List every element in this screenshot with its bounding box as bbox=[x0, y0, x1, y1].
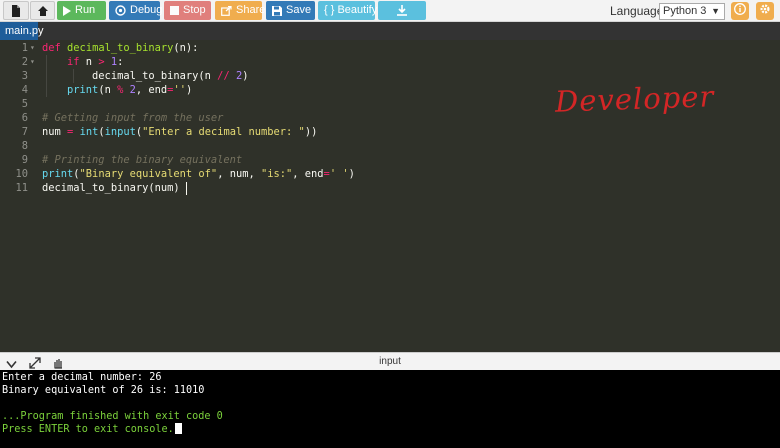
fold-toggle-icon[interactable]: ▾ bbox=[30, 55, 35, 69]
code-line[interactable]: num = int(input("Enter a decimal number:… bbox=[42, 125, 317, 139]
terminal-cursor bbox=[174, 423, 182, 434]
console-prompt-line: Press ENTER to exit console. bbox=[2, 423, 182, 436]
info-icon bbox=[734, 2, 746, 20]
run-button[interactable]: Run bbox=[57, 1, 106, 20]
file-icon bbox=[11, 4, 21, 17]
share-button[interactable]: Share bbox=[215, 1, 266, 20]
line-number: 10 bbox=[15, 168, 28, 180]
language-label: Language bbox=[610, 4, 664, 18]
run-label: Run bbox=[75, 4, 96, 16]
code-line[interactable]: if n > 1: bbox=[42, 55, 123, 69]
console-line: Binary equivalent of 26 is: 11010 bbox=[2, 385, 205, 396]
play-icon bbox=[63, 5, 71, 16]
download-button[interactable] bbox=[378, 1, 426, 20]
info-button[interactable] bbox=[731, 2, 749, 20]
console-output[interactable]: Enter a decimal number: 26 Binary equiva… bbox=[0, 370, 780, 448]
code-line[interactable]: decimal_to_binary(n // 2) bbox=[42, 69, 248, 83]
code-line[interactable]: # Getting input from the user bbox=[42, 111, 223, 125]
code-editor[interactable]: 1 2 3 4 5 6 7 8 9 10 11 ▾ ▾ def decimal_… bbox=[0, 40, 780, 352]
debug-button[interactable]: Debug bbox=[109, 1, 163, 20]
code-line[interactable]: decimal_to_binary(num) bbox=[42, 181, 180, 195]
tools-menu-button[interactable] bbox=[30, 1, 55, 20]
stop-label: Stop bbox=[183, 4, 206, 16]
stop-button[interactable]: Stop bbox=[164, 1, 211, 20]
debug-icon bbox=[115, 5, 126, 16]
file-menu-button[interactable] bbox=[3, 1, 29, 20]
line-number-gutter: 1 2 3 4 5 6 7 8 9 10 11 ▾ ▾ bbox=[0, 40, 38, 352]
save-label: Save bbox=[286, 4, 312, 16]
settings-button[interactable] bbox=[756, 2, 774, 20]
tools-icon bbox=[37, 5, 49, 17]
stop-icon bbox=[170, 6, 179, 15]
code-line[interactable]: # Printing the binary equivalent bbox=[42, 153, 242, 167]
console-title: input bbox=[379, 356, 401, 367]
line-number: 7 bbox=[21, 126, 28, 138]
code-line[interactable]: print(n % 2, end='') bbox=[42, 83, 192, 97]
debug-label: Debug bbox=[130, 4, 163, 16]
save-button[interactable]: Save bbox=[266, 1, 315, 20]
line-number: 11 bbox=[15, 182, 28, 194]
code-line[interactable]: def decimal_to_binary(n): bbox=[42, 41, 198, 55]
fold-toggle-icon[interactable]: ▾ bbox=[30, 41, 35, 55]
tab-main-py[interactable]: main.py bbox=[0, 22, 44, 40]
language-value: Python 3 bbox=[663, 5, 707, 17]
watermark: Developer bbox=[554, 79, 715, 119]
beautify-button[interactable]: { } Beautify bbox=[318, 1, 378, 20]
line-number: 3 bbox=[21, 70, 28, 82]
console-status-line: ...Program finished with exit code 0 bbox=[2, 411, 223, 422]
share-label: Share bbox=[236, 4, 266, 16]
console-header: input bbox=[0, 352, 780, 370]
console-prompt-text: Press ENTER to exit console. bbox=[2, 424, 174, 435]
line-number: 5 bbox=[21, 98, 28, 110]
code-line[interactable]: print("Binary equivalent of", num, "is:"… bbox=[42, 167, 355, 181]
chevron-down-icon: ▼ bbox=[711, 6, 720, 16]
toolbar: Run Debug Stop Share Save { } Beautify L… bbox=[0, 0, 780, 22]
line-number: 6 bbox=[21, 112, 28, 124]
gear-icon bbox=[759, 2, 771, 20]
text-cursor bbox=[186, 182, 187, 195]
download-icon bbox=[397, 5, 407, 16]
save-icon bbox=[272, 5, 282, 16]
line-number: 9 bbox=[21, 154, 28, 166]
file-tab-bar: main.py bbox=[0, 22, 780, 40]
language-select[interactable]: Python 3 ▼ bbox=[659, 3, 725, 20]
line-number: 2 bbox=[21, 56, 28, 68]
share-icon bbox=[221, 5, 232, 16]
beautify-label: { } Beautify bbox=[324, 4, 378, 16]
line-number: 4 bbox=[21, 84, 28, 96]
line-number: 1 bbox=[21, 42, 28, 54]
console-line: Enter a decimal number: 26 bbox=[2, 372, 162, 383]
line-number: 8 bbox=[21, 140, 28, 152]
